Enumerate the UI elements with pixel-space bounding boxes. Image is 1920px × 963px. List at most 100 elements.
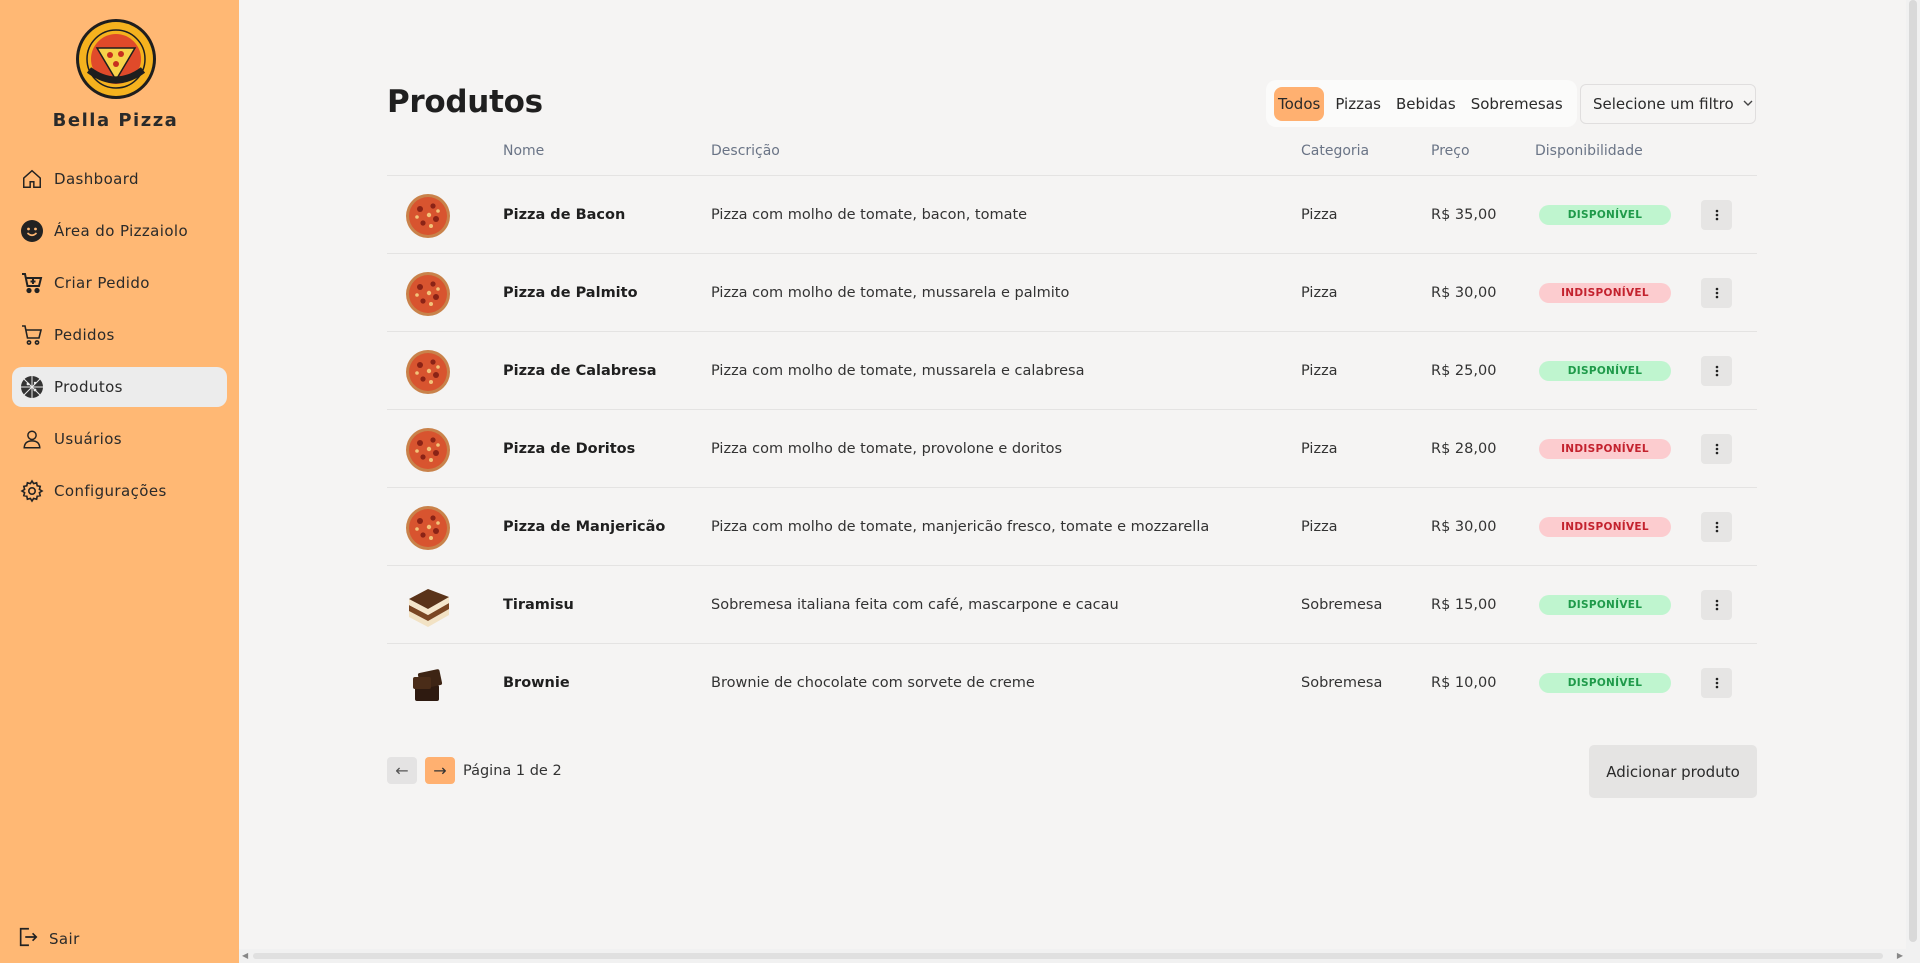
horizontal-scrollbar[interactable]: ◀ ▶ bbox=[239, 949, 1906, 963]
table-row: Tiramisu Sobremesa italiana feita com ca… bbox=[387, 566, 1757, 644]
product-category: Sobremesa bbox=[1301, 597, 1383, 613]
scroll-right-icon[interactable]: ▶ bbox=[1897, 951, 1903, 960]
more-vertical-icon bbox=[1715, 521, 1718, 533]
product-price: R$ 10,00 bbox=[1431, 675, 1497, 691]
product-price: R$ 28,00 bbox=[1431, 441, 1497, 457]
scroll-left-icon[interactable]: ◀ bbox=[242, 951, 248, 960]
pagination: ← → Página 1 de 2 bbox=[387, 757, 562, 784]
logout-button[interactable]: Sair bbox=[17, 926, 80, 952]
vertical-scrollbar[interactable] bbox=[1906, 0, 1920, 963]
column-header-nome: Nome bbox=[503, 143, 545, 159]
sidebar-item-dashboard[interactable]: Dashboard bbox=[12, 159, 227, 199]
product-name: Pizza de Bacon bbox=[503, 207, 626, 223]
smiley-icon bbox=[20, 219, 44, 243]
product-description: Pizza com molho de tomate, provolone e d… bbox=[711, 441, 1063, 457]
brand-name: Bella Pizza bbox=[52, 110, 179, 131]
product-description: Sobremesa italiana feita com café, masca… bbox=[711, 597, 1119, 613]
sidebar-item-produtos[interactable]: Produtos bbox=[12, 367, 227, 407]
category-segmented-control: Todos Pizzas Bebidas Sobremesas bbox=[1266, 80, 1577, 127]
column-header-descricao: Descrição bbox=[711, 143, 780, 159]
sidebar-item-label: Pedidos bbox=[54, 326, 115, 344]
status-badge: DISPONÍVEL bbox=[1539, 205, 1671, 225]
segment-sobremesas[interactable]: Sobremesas bbox=[1467, 87, 1567, 121]
row-actions-button[interactable] bbox=[1701, 590, 1732, 620]
table-row: Pizza de Manjericão Pizza com molho de t… bbox=[387, 488, 1757, 566]
product-category: Pizza bbox=[1301, 363, 1338, 379]
product-category: Pizza bbox=[1301, 285, 1338, 301]
product-category: Pizza bbox=[1301, 207, 1338, 223]
cart-plus-icon bbox=[20, 271, 44, 295]
row-actions-button[interactable] bbox=[1701, 278, 1732, 308]
chevron-down-icon bbox=[1742, 95, 1754, 113]
row-actions-button[interactable] bbox=[1701, 668, 1732, 698]
sidebar-nav: Dashboard Área do Pizzaiolo Criar Pedido… bbox=[12, 159, 227, 523]
more-vertical-icon bbox=[1715, 677, 1718, 689]
more-vertical-icon bbox=[1715, 599, 1718, 611]
sidebar-item-label: Produtos bbox=[54, 378, 123, 396]
row-actions-button[interactable] bbox=[1701, 434, 1732, 464]
filter-select-value: Selecione um filtro bbox=[1593, 95, 1734, 113]
sidebar-item-label: Área do Pizzaiolo bbox=[54, 222, 189, 240]
product-description: Pizza com molho de tomate, bacon, tomate bbox=[711, 207, 1028, 223]
column-header-disponibilidade: Disponibilidade bbox=[1535, 143, 1643, 159]
table-row: Pizza de Calabresa Pizza com molho de to… bbox=[387, 332, 1757, 410]
vertical-scrollbar-thumb[interactable] bbox=[1909, 0, 1917, 942]
product-image bbox=[405, 349, 451, 395]
product-name: Pizza de Manjericão bbox=[503, 519, 666, 535]
sidebar-item-area-pizzaiolo[interactable]: Área do Pizzaiolo bbox=[12, 211, 227, 251]
pizza-logo bbox=[75, 18, 157, 100]
sidebar-item-usuarios[interactable]: Usuários bbox=[12, 419, 227, 459]
sidebar-item-label: Configurações bbox=[54, 482, 167, 500]
user-icon bbox=[20, 427, 44, 451]
product-image bbox=[405, 661, 451, 707]
segment-bebidas[interactable]: Bebidas bbox=[1392, 87, 1460, 121]
page-title: Produtos bbox=[387, 84, 543, 120]
table-row: Pizza de Doritos Pizza com molho de toma… bbox=[387, 410, 1757, 488]
logout-label: Sair bbox=[49, 930, 80, 948]
product-name: Pizza de Doritos bbox=[503, 441, 636, 457]
gear-icon bbox=[20, 479, 44, 503]
row-actions-button[interactable] bbox=[1701, 512, 1732, 542]
sidebar-item-pedidos[interactable]: Pedidos bbox=[12, 315, 227, 355]
previous-page-button[interactable]: ← bbox=[387, 757, 417, 784]
column-header-categoria: Categoria bbox=[1301, 143, 1370, 159]
product-image bbox=[405, 193, 451, 239]
product-name: Tiramisu bbox=[503, 597, 574, 613]
product-price: R$ 35,00 bbox=[1431, 207, 1497, 223]
products-table: Nome Descrição Categoria Preço Disponibi… bbox=[387, 135, 1757, 722]
product-price: R$ 30,00 bbox=[1431, 285, 1497, 301]
page-indicator: Página 1 de 2 bbox=[463, 762, 562, 779]
sidebar-item-configuracoes[interactable]: Configurações bbox=[12, 471, 227, 511]
row-actions-button[interactable] bbox=[1701, 200, 1732, 230]
segment-pizzas[interactable]: Pizzas bbox=[1331, 87, 1385, 121]
sidebar-item-label: Criar Pedido bbox=[54, 274, 150, 292]
product-name: Pizza de Palmito bbox=[503, 285, 638, 301]
column-header-preco: Preço bbox=[1431, 143, 1470, 159]
product-image bbox=[405, 271, 451, 317]
product-price: R$ 30,00 bbox=[1431, 519, 1497, 535]
status-badge: INDISPONÍVEL bbox=[1539, 283, 1671, 303]
sidebar-item-criar-pedido[interactable]: Criar Pedido bbox=[12, 263, 227, 303]
product-description: Pizza com molho de tomate, mussarela e c… bbox=[711, 363, 1085, 379]
segment-todos[interactable]: Todos bbox=[1274, 86, 1325, 121]
product-image bbox=[405, 505, 451, 551]
status-badge: INDISPONÍVEL bbox=[1539, 517, 1671, 537]
add-product-button[interactable]: Adicionar produto bbox=[1589, 745, 1757, 798]
sidebar-item-label: Dashboard bbox=[54, 170, 139, 188]
more-vertical-icon bbox=[1715, 287, 1718, 299]
pizza-icon bbox=[20, 375, 44, 399]
horizontal-scrollbar-thumb[interactable] bbox=[253, 953, 1883, 959]
more-vertical-icon bbox=[1715, 209, 1718, 221]
product-category: Sobremesa bbox=[1301, 675, 1383, 691]
product-description: Brownie de chocolate com sorvete de crem… bbox=[711, 675, 1035, 691]
status-badge: DISPONÍVEL bbox=[1539, 595, 1671, 615]
table-row: Brownie Brownie de chocolate com sorvete… bbox=[387, 644, 1757, 722]
product-name: Brownie bbox=[503, 675, 570, 691]
product-price: R$ 15,00 bbox=[1431, 597, 1497, 613]
main-content: Produtos Todos Pizzas Bebidas Sobremesas… bbox=[239, 0, 1920, 963]
product-image bbox=[405, 583, 451, 629]
next-page-button[interactable]: → bbox=[425, 757, 455, 784]
filter-select[interactable]: Selecione um filtro bbox=[1580, 84, 1756, 124]
status-badge: INDISPONÍVEL bbox=[1539, 439, 1671, 459]
row-actions-button[interactable] bbox=[1701, 356, 1732, 386]
